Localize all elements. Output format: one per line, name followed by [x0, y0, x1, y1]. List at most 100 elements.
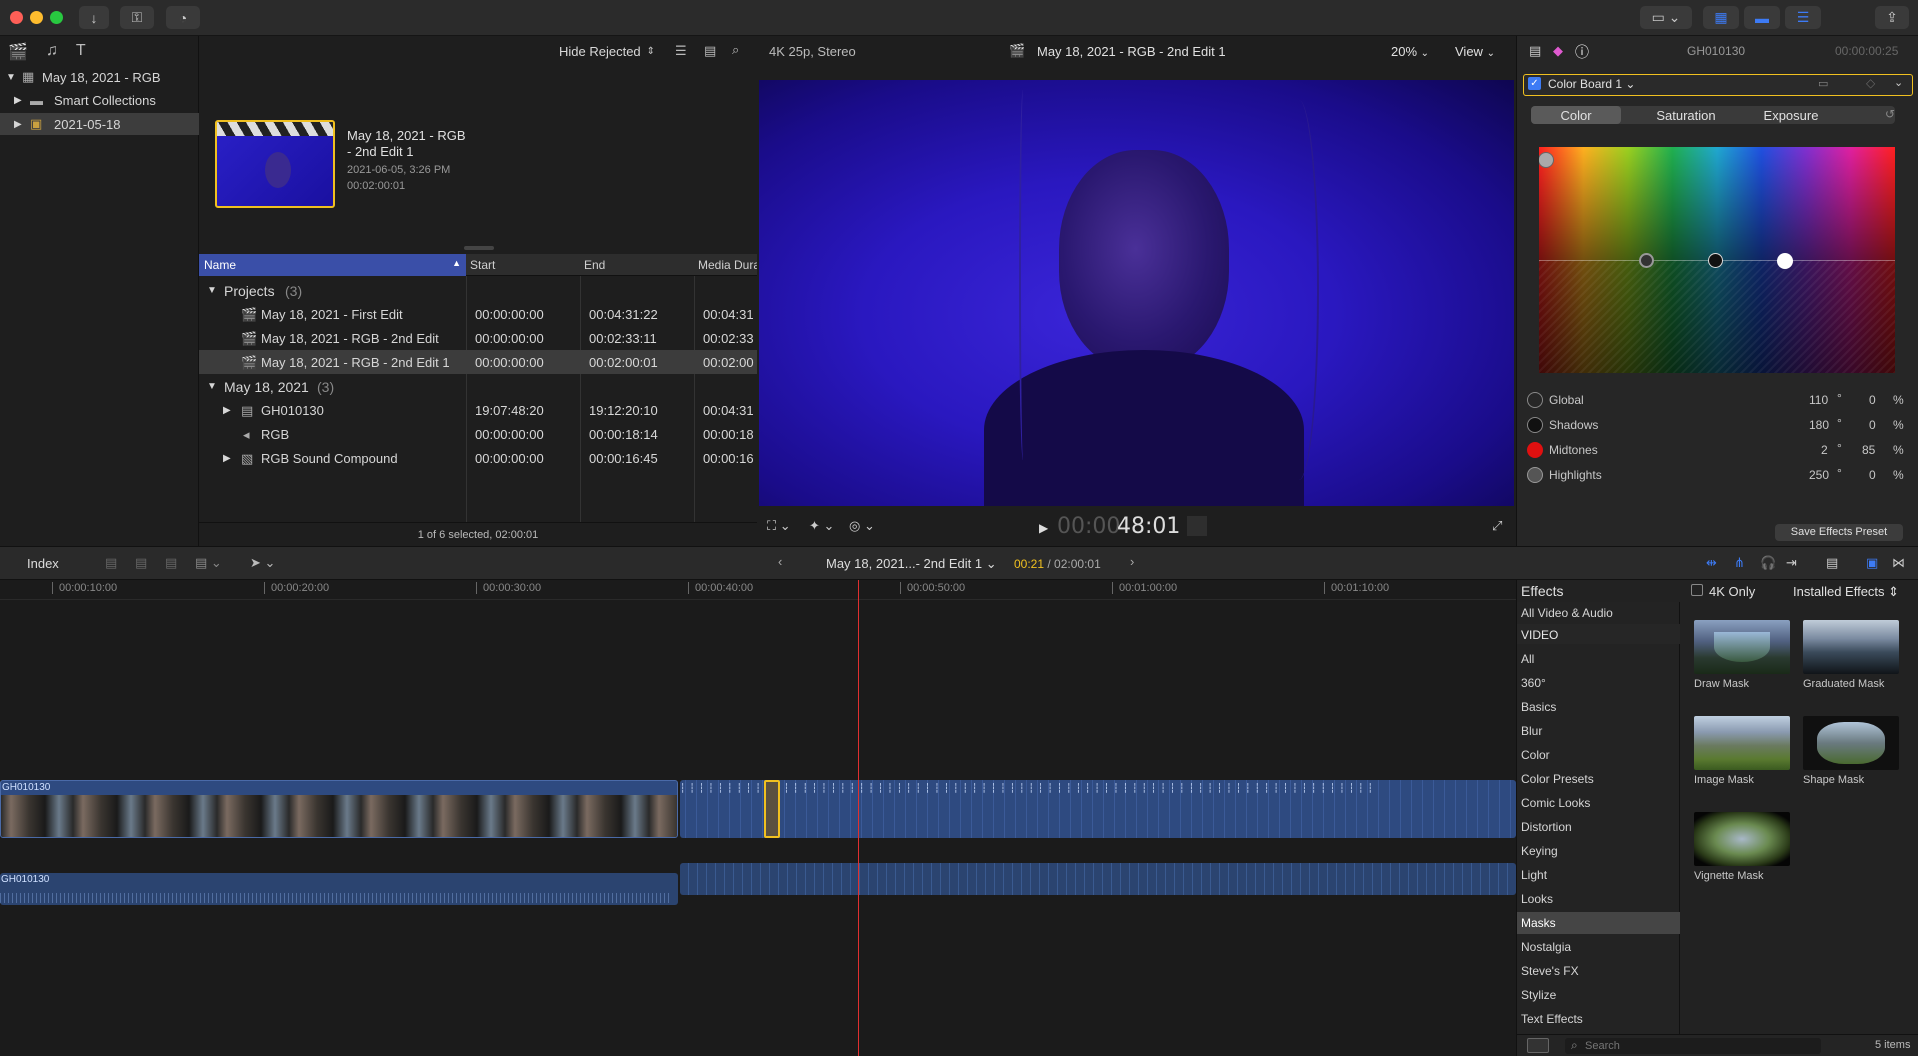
disclosure-open-icon[interactable]: ▼: [6, 72, 22, 83]
timeline-toggle-icon[interactable]: ▬: [1744, 6, 1780, 29]
disclosure-open-icon[interactable]: ▼: [207, 285, 217, 296]
mask-icon[interactable]: ▭: [1818, 77, 1828, 90]
param-row-midtones[interactable]: Midtones 2 ° 85 %: [1525, 438, 1911, 462]
graduated-mask-thumbnail[interactable]: [1803, 620, 1899, 674]
audio-clip-segments[interactable]: [680, 863, 1516, 895]
share-icon[interactable]: ⇪: [1875, 6, 1909, 29]
audio-skimming-icon[interactable]: ⋔: [1734, 555, 1745, 571]
shape-mask-thumbnail[interactable]: [1803, 716, 1899, 770]
project-thumbnail[interactable]: [215, 120, 335, 208]
audio-clip[interactable]: GH010130: [0, 873, 678, 905]
transform-icon[interactable]: ⛶ ⌄: [767, 518, 791, 534]
video-inspector-icon[interactable]: ▤: [1529, 43, 1541, 59]
playhead[interactable]: [858, 580, 859, 1056]
param-angle[interactable]: 2: [1821, 443, 1828, 457]
disclosure-closed-icon[interactable]: ▶: [223, 453, 231, 464]
shadows-puck[interactable]: [1639, 253, 1654, 268]
keywords-icon[interactable]: ⚿: [120, 6, 154, 29]
view-popup[interactable]: View ⌄: [1455, 44, 1495, 59]
param-angle[interactable]: 180: [1809, 418, 1829, 432]
select-tool-icon[interactable]: ➤ ⌄: [250, 555, 275, 571]
import-icon[interactable]: ↓: [79, 6, 109, 29]
list-item[interactable]: ▶ ▧ RGB Sound Compound 00:00:00:00 00:00…: [199, 446, 757, 470]
search-input[interactable]: [1585, 1038, 1815, 1054]
category-color[interactable]: Color: [1521, 748, 1550, 762]
category-color-presets[interactable]: Color Presets: [1521, 772, 1594, 786]
keyframe-icon[interactable]: ◇: [1866, 76, 1875, 90]
category-blur[interactable]: Blur: [1521, 724, 1542, 738]
category-text-effects[interactable]: Text Effects: [1521, 1012, 1583, 1026]
param-percent[interactable]: 0: [1869, 468, 1876, 482]
search-icon[interactable]: ⌕: [732, 42, 739, 58]
chevron-down-icon[interactable]: ⌄: [1894, 76, 1903, 89]
category-masks[interactable]: Masks: [1521, 916, 1556, 930]
video-clip-segments[interactable]: ┆┆┆┆┆┆┆┆┆┆┆┆┆┆┆┆┆┆┆┆┆┆┆┆┆┆┆┆┆┆┆┆┆┆┆┆┆┆┆┆…: [680, 780, 1516, 838]
category-360[interactable]: 360°: [1521, 676, 1546, 690]
save-effects-preset-button[interactable]: Save Effects Preset: [1775, 524, 1903, 541]
connect-clip-icon[interactable]: ▤: [105, 555, 117, 571]
color-board-canvas[interactable]: [1539, 147, 1895, 373]
project-popup[interactable]: May 18, 2021...- 2nd Edit 1 ⌄: [826, 556, 997, 572]
highlights-puck[interactable]: [1777, 253, 1793, 269]
workspaces-icon[interactable]: ▭ ⌄: [1640, 6, 1692, 29]
photos-audio-tab-icon[interactable]: ♫: [46, 42, 58, 62]
param-percent[interactable]: 85: [1862, 443, 1875, 457]
sidebar-item-smart-collections[interactable]: ▶ ▬ Smart Collections: [0, 89, 199, 111]
history-back-icon[interactable]: ‹: [778, 554, 782, 569]
zoom-popup[interactable]: 20% ⌄: [1391, 44, 1429, 59]
param-percent[interactable]: 0: [1869, 393, 1876, 407]
video-frame[interactable]: [759, 80, 1514, 506]
transitions-browser-icon[interactable]: ⋈: [1892, 555, 1905, 571]
disclosure-open-icon[interactable]: ▼: [207, 381, 217, 392]
splitter-handle[interactable]: [464, 246, 494, 250]
background-tasks-icon[interactable]: ◔: [166, 6, 200, 29]
snapping-icon[interactable]: ⇥: [1786, 555, 1797, 571]
param-row-global[interactable]: Global 110 ° 0 %: [1525, 388, 1911, 412]
list-item[interactable]: ▶ ▤ GH010130 19:07:48:20 19:12:20:10 00:…: [199, 398, 757, 422]
tab-color[interactable]: Color: [1531, 106, 1621, 124]
clip-appearance-icon[interactable]: ☰: [675, 43, 687, 59]
column-header-end[interactable]: End: [580, 258, 693, 272]
category-distortion[interactable]: Distortion: [1521, 820, 1572, 834]
selected-clip[interactable]: [764, 780, 780, 838]
vignette-mask-thumbnail[interactable]: [1694, 812, 1790, 866]
filter-popup[interactable]: Hide Rejected ⇕: [559, 44, 655, 59]
disclosure-closed-icon[interactable]: ▶: [14, 95, 30, 106]
column-header-name[interactable]: Name ▲: [199, 254, 466, 276]
sidebar-toggle-icon[interactable]: [1527, 1038, 1549, 1053]
minimize-window-button[interactable]: [30, 11, 43, 24]
enhance-icon[interactable]: ✦ ⌄: [809, 518, 834, 534]
skimming-icon[interactable]: ⇹: [1706, 555, 1717, 571]
param-row-highlights[interactable]: Highlights 250 ° 0 %: [1525, 463, 1911, 487]
installed-effects-popup[interactable]: Installed Effects ⇕: [1793, 584, 1899, 600]
info-icon[interactable]: ⓘ: [1575, 42, 1589, 62]
overwrite-clip-icon[interactable]: ▤ ⌄: [195, 555, 222, 571]
param-angle[interactable]: 250: [1809, 468, 1829, 482]
library-root[interactable]: ▼ ▦ May 18, 2021 - RGB: [0, 66, 199, 88]
category-light[interactable]: Light: [1521, 868, 1547, 882]
column-header-media-duration[interactable]: Media Dura: [694, 258, 757, 272]
category-stylize[interactable]: Stylize: [1521, 988, 1556, 1002]
category-keying[interactable]: Keying: [1521, 844, 1558, 858]
effect-selector[interactable]: ✓ Color Board 1 ⌄ ▭ ◇ ⌄: [1523, 74, 1913, 96]
category-comic-looks[interactable]: Comic Looks: [1521, 796, 1590, 810]
insert-clip-icon[interactable]: ▤: [135, 555, 147, 571]
clip-appearance-icon[interactable]: ▤: [1826, 555, 1838, 571]
index-button[interactable]: Index: [27, 556, 59, 571]
image-mask-thumbnail[interactable]: [1694, 716, 1790, 770]
retime-icon[interactable]: ◎ ⌄: [849, 518, 875, 534]
libraries-tab-icon[interactable]: 🎬: [8, 42, 28, 62]
effect-enabled-checkbox[interactable]: ✓: [1528, 77, 1541, 90]
category-basics[interactable]: Basics: [1521, 700, 1556, 714]
sidebar-item-event[interactable]: ▶ ▣ 2021-05-18: [0, 113, 199, 135]
effects-search-field[interactable]: ⌕: [1565, 1038, 1821, 1054]
reset-icon[interactable]: ↺: [1885, 107, 1895, 121]
4k-only-checkbox[interactable]: [1691, 584, 1703, 596]
play-icon[interactable]: ▶: [1039, 521, 1048, 535]
append-clip-icon[interactable]: ▤: [165, 555, 177, 571]
inspector-toggle-icon[interactable]: ☰: [1785, 6, 1821, 29]
close-window-button[interactable]: [10, 11, 23, 24]
headphones-icon[interactable]: 🎧: [1760, 555, 1776, 571]
draw-mask-thumbnail[interactable]: [1694, 620, 1790, 674]
list-item[interactable]: 🎬 May 18, 2021 - RGB - 2nd Edit 00:00:00…: [199, 326, 757, 350]
